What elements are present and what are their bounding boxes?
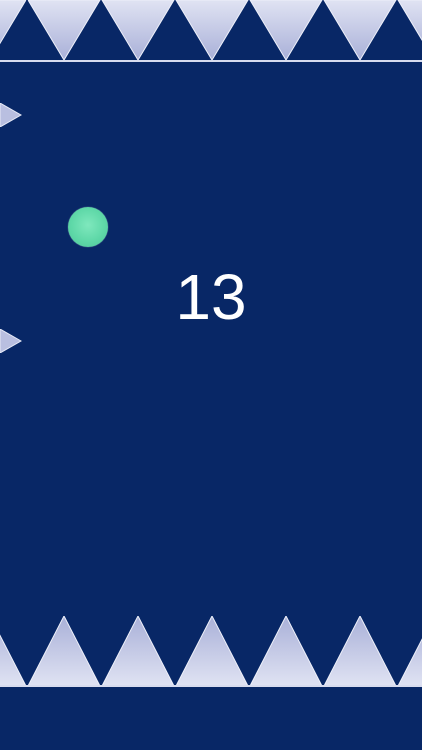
bottom-spike-row [0,616,422,750]
floor-spike [27,616,101,687]
left-wall-spike [0,103,22,127]
floor-spike [175,616,249,687]
floor-spike [323,616,397,687]
left-wall-spike [0,329,22,353]
score-counter: 13 [175,261,247,333]
floor-spike [397,638,422,687]
top-spike-row [0,0,422,62]
player-ball [68,207,108,247]
floor-spike [249,616,323,687]
game-stage[interactable]: 13 [0,0,422,750]
floor-spike [101,616,175,687]
floor-bar [0,687,422,750]
floor-spike [0,634,27,687]
